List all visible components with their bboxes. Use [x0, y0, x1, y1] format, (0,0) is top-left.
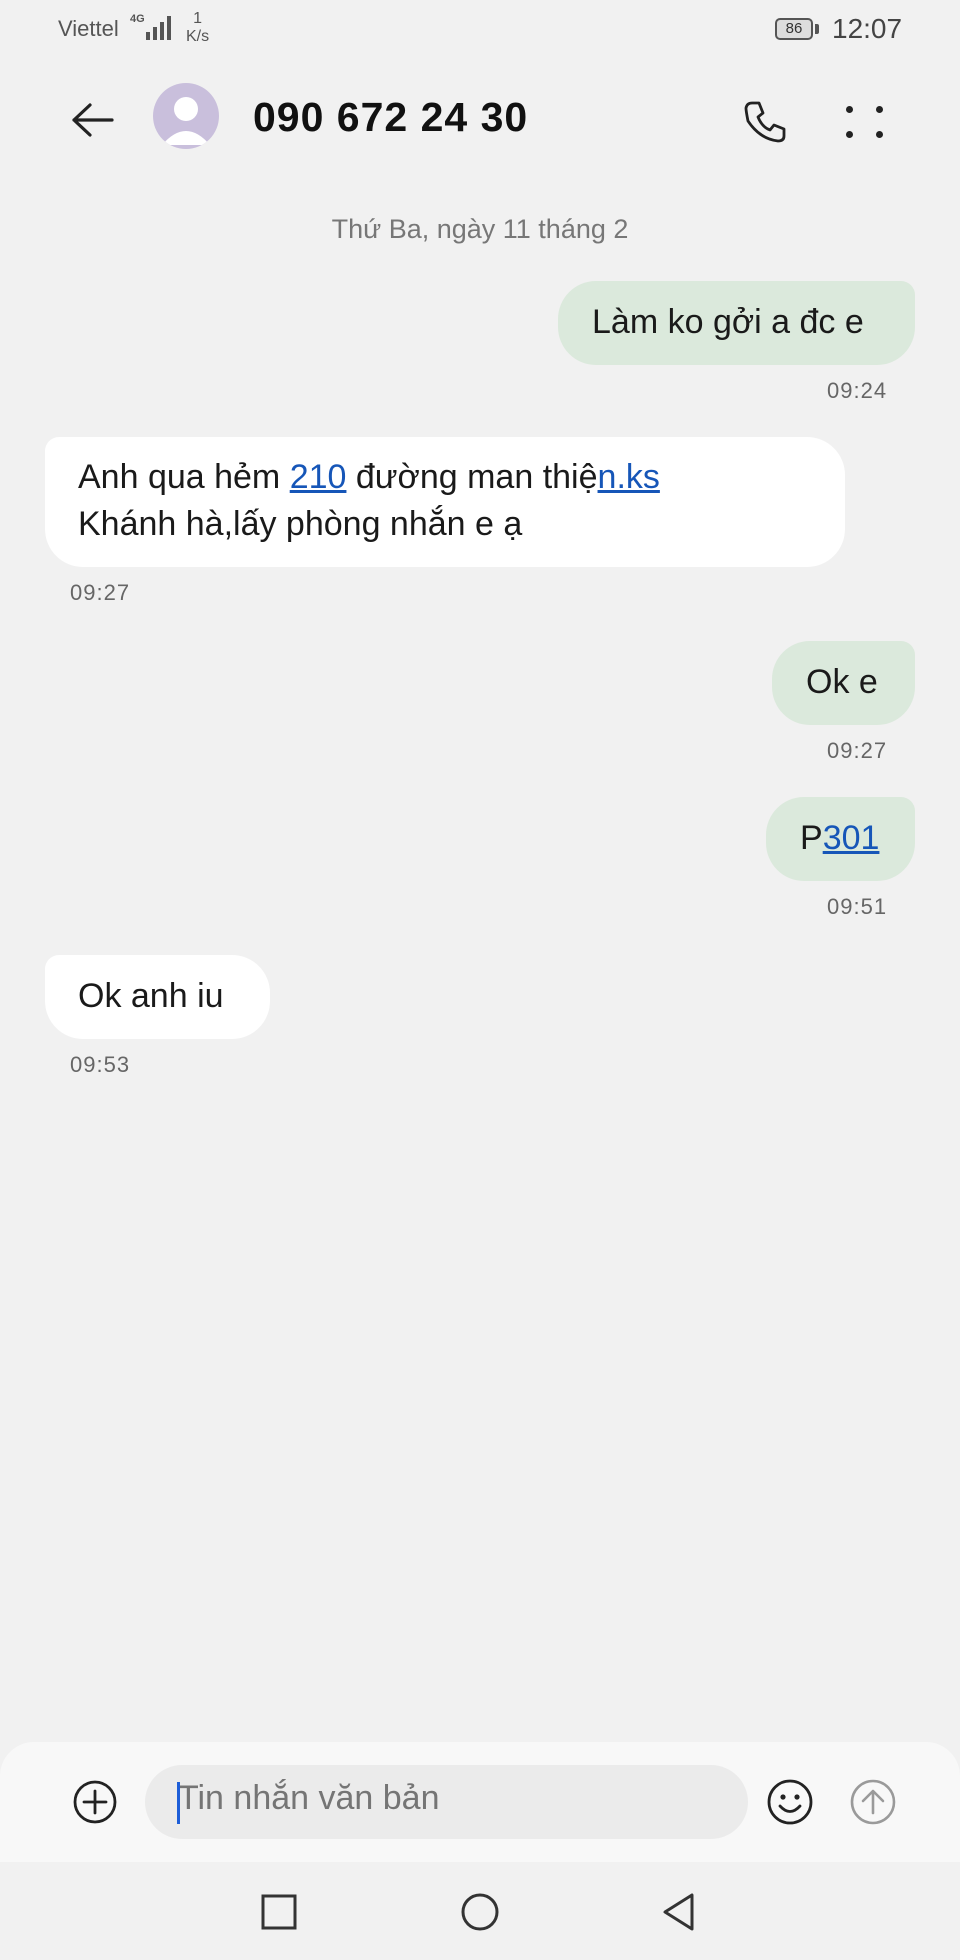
plus-circle-icon	[73, 1780, 117, 1824]
message-text: P	[800, 819, 823, 857]
system-navigation-bar	[0, 1862, 960, 1960]
battery-tip	[815, 24, 819, 34]
message-text: Ok e	[806, 663, 878, 701]
triangle-back-icon	[663, 1893, 694, 1931]
message-text: Khánh hà,lấy phòng nhắn e ạ	[78, 505, 523, 543]
text-cursor	[177, 1782, 180, 1824]
emoji-button[interactable]	[763, 1775, 817, 1829]
message-time: 09:51	[827, 894, 888, 919]
more-dots-icon	[846, 106, 884, 138]
conversation-header: 090 672 24 30	[0, 60, 960, 180]
network-type-label: 4G	[130, 13, 145, 25]
back-arrow-icon	[72, 103, 114, 137]
carrier-label: Viettel	[58, 16, 119, 41]
message-composer	[0, 1742, 960, 1862]
contact-name: 090 672 24 30	[253, 94, 529, 140]
recent-apps-button[interactable]	[249, 1882, 309, 1942]
network-speed-unit: K/s	[186, 28, 210, 45]
url-link[interactable]: n.ks	[598, 458, 660, 496]
message-bubble-outgoing[interactable]: Làm ko gởi a đc e	[558, 281, 915, 365]
send-button[interactable]	[846, 1775, 900, 1829]
person-icon	[162, 97, 210, 145]
number-link[interactable]: 210	[290, 458, 347, 496]
attach-button[interactable]	[70, 1777, 120, 1827]
circle-icon	[461, 1893, 499, 1931]
message-input-container[interactable]	[145, 1765, 748, 1839]
system-back-button[interactable]	[649, 1882, 709, 1942]
message-input[interactable]	[178, 1779, 718, 1818]
phone-icon	[744, 101, 786, 143]
message-bubble-outgoing[interactable]: P301	[766, 797, 915, 881]
network-speed-value: 1	[193, 10, 203, 27]
network-speed: 1 K/s	[186, 10, 209, 46]
status-clock: 12:07	[832, 13, 903, 44]
emoji-icon	[767, 1779, 813, 1825]
number-link[interactable]: 301	[823, 819, 880, 857]
message-time: 09:24	[827, 378, 888, 403]
contact-avatar[interactable]	[153, 83, 219, 149]
message-text: Anh qua hẻm	[78, 458, 290, 496]
home-button[interactable]	[450, 1882, 510, 1942]
message-bubble-incoming[interactable]: Anh qua hẻm 210 đường man thiện.ks Khánh…	[45, 437, 845, 567]
status-bar: Viettel 4G 1 K/s 86 12:07	[0, 0, 960, 60]
message-text: Làm ko gởi a đc e	[592, 303, 864, 341]
message-bubble-incoming[interactable]: Ok anh iu	[45, 955, 270, 1039]
message-bubble-outgoing[interactable]: Ok e	[772, 641, 915, 725]
signal-icon	[146, 14, 171, 40]
call-button[interactable]	[733, 90, 797, 154]
more-options-button[interactable]	[833, 90, 897, 154]
message-time: 09:53	[70, 1052, 131, 1077]
message-time: 09:27	[827, 738, 888, 763]
message-time: 09:27	[70, 580, 131, 605]
back-button[interactable]	[60, 88, 124, 152]
square-icon	[261, 1894, 297, 1930]
send-arrow-icon	[850, 1779, 896, 1825]
message-text: Ok anh iu	[78, 977, 224, 1015]
message-text: đường man thiệ	[346, 458, 598, 496]
date-separator: Thứ Ba, ngày 11 tháng 2	[331, 214, 629, 244]
battery-icon: 86	[775, 18, 813, 40]
